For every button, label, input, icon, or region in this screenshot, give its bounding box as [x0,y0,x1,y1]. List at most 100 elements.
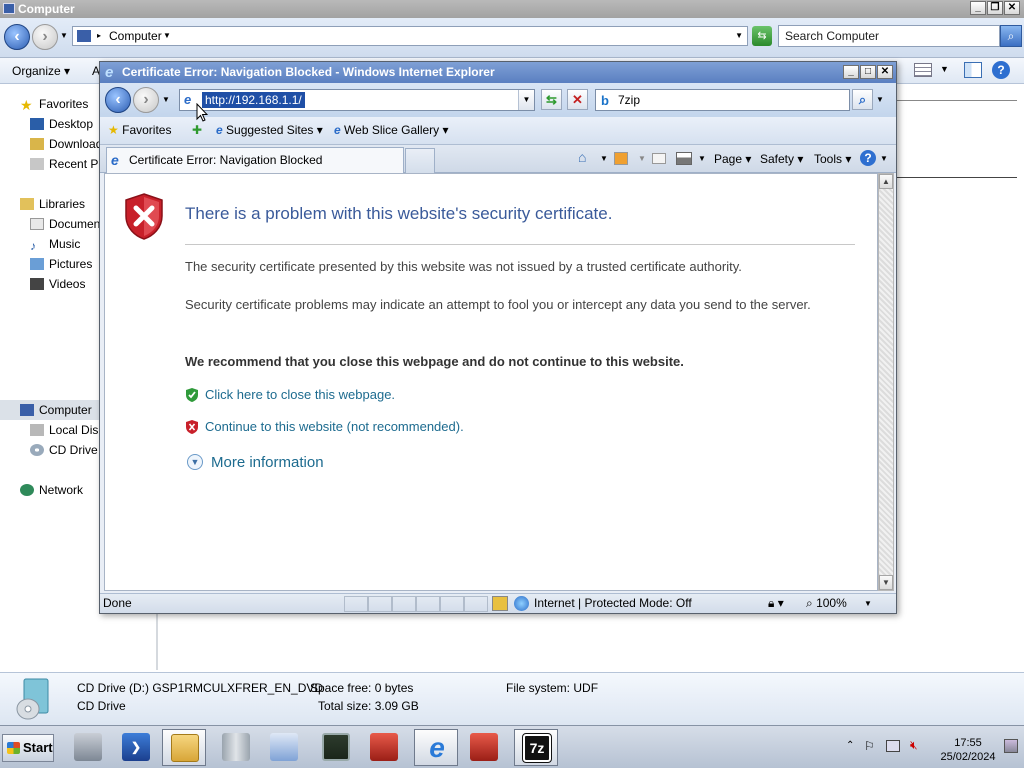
preview-pane-icon[interactable] [964,62,982,78]
popup-blocker-icon[interactable] [492,596,508,611]
safety-menu[interactable]: Safety ▾ [760,152,803,166]
toolbox-icon [370,733,398,761]
restore-button[interactable]: ❐ [987,1,1003,15]
clock[interactable]: 17:55 25/02/2024 [938,736,998,764]
maximize-button[interactable]: □ [860,65,876,79]
explorer-title-bar: Computer _ ❐ ✕ [0,0,1024,18]
taskbar-powershell[interactable]: ❯ [114,729,158,766]
close-button[interactable]: ✕ [877,65,893,79]
explorer-address-bar[interactable]: ▸ Computer ▼ ▼ [72,26,748,46]
search-icon[interactable]: ⌕ [1000,25,1022,47]
back-button[interactable]: ‹ [105,87,131,113]
taskbar-internet-explorer[interactable]: e [414,729,458,766]
view-options-icon[interactable] [914,63,932,77]
suggested-sites-link[interactable]: e Suggested Sites ▾ [216,123,323,137]
forward-button[interactable]: › [133,87,159,113]
tab-certificate-error[interactable]: e Certificate Error: Navigation Blocked [106,147,404,173]
security-zone[interactable]: Internet | Protected Mode: Off [534,594,692,613]
star-icon: ★ [108,123,119,137]
back-button[interactable]: ‹ [4,24,30,50]
ie-page-icon: e [111,152,119,168]
ie-address-bar[interactable]: e http://192.168.1.1/ ▼ [179,89,535,111]
recent-pages-dropdown[interactable]: ▼ [60,31,68,40]
forward-button[interactable]: › [32,24,58,50]
nav-local-disk[interactable]: Local Disk [30,421,104,439]
show-hidden-icons[interactable]: ⌃ [846,740,854,751]
explorer-search-input[interactable]: Search Computer [778,25,1000,47]
zoom-level[interactable]: ⌕ 100% [806,594,847,613]
zoom-icon: ⌕ [806,596,813,610]
taskbar-server-manager[interactable] [66,729,110,766]
print-icon[interactable] [676,152,692,165]
action-center-flag-icon[interactable]: ⚐ [864,739,875,753]
chevron-down-icon[interactable]: ▼ [163,27,171,45]
ie-search-input[interactable]: b 7zip [595,89,850,111]
taskbar-task-manager[interactable] [314,729,358,766]
taskbar-toolbox[interactable] [362,729,406,766]
recent-pages-dropdown[interactable]: ▼ [162,95,170,104]
taskbar-explorer[interactable] [162,729,206,766]
address-dropdown[interactable]: ▼ [518,90,534,110]
nav-computer[interactable]: Computer [20,401,92,419]
zoom-dropdown[interactable]: ▼ [864,594,872,613]
nav-libraries[interactable]: Libraries [20,195,85,213]
nav-downloads[interactable]: Download [30,135,102,153]
organize-menu[interactable]: Organize ▾ [12,64,70,78]
chevron-down-icon[interactable]: ▼ [880,154,888,163]
taskbar-7zip[interactable]: 7z [514,729,558,766]
nav-documents[interactable]: Document [30,215,104,233]
nav-recent-places[interactable]: Recent Pl [30,155,101,173]
add-favorites-icon[interactable]: ✚ [192,123,202,137]
minimize-button[interactable]: _ [970,1,986,15]
rss-feed-icon[interactable] [614,152,628,165]
nav-desktop[interactable]: Desktop [30,115,93,133]
network-tray-icon[interactable] [886,740,900,752]
refresh-button[interactable]: ⇆ [541,89,562,110]
chevron-down-icon[interactable]: ▼ [698,154,706,163]
nav-network[interactable]: Network [20,481,83,499]
vertical-scrollbar[interactable]: ▲ ▼ [878,173,894,591]
address-dropdown[interactable]: ▼ [735,27,743,45]
new-tab-button[interactable] [405,148,435,173]
chevron-down-icon[interactable]: ▼ [940,64,949,74]
close-webpage-link[interactable]: Click here to close this webpage. [205,387,395,402]
nav-cd-drive[interactable]: CD Drive ( [30,441,105,459]
scroll-up-button[interactable]: ▲ [879,174,893,189]
breadcrumb[interactable]: Computer [109,27,162,45]
chevron-down-icon[interactable]: ▸ [97,27,101,45]
show-desktop-icon[interactable] [1004,739,1018,753]
taskbar-tools[interactable] [214,729,258,766]
help-icon[interactable]: ? [992,61,1010,79]
web-slice-gallery-link[interactable]: e Web Slice Gallery ▾ [334,123,449,137]
url-text[interactable]: http://192.168.1.1/ [202,92,305,108]
close-button[interactable]: ✕ [1004,1,1020,15]
windows-flag-icon [7,742,20,754]
search-options-dropdown[interactable]: ▼ [876,95,884,104]
tools-menu[interactable]: Tools ▾ [814,152,851,166]
read-mail-icon[interactable] [652,153,666,164]
taskbar-control-panel[interactable] [262,729,306,766]
page-menu[interactable]: Page ▾ [714,152,751,166]
more-information-toggle[interactable]: ▼ More information [187,454,324,471]
protected-mode-icon[interactable]: 🔒︎ ▾ [768,594,784,613]
search-icon[interactable]: ⌕ [852,89,873,110]
scroll-down-button[interactable]: ▼ [879,575,893,590]
home-icon[interactable]: ⌂ [578,149,586,165]
help-icon[interactable]: ? [860,150,876,166]
nav-favorites[interactable]: ★ Favorites [20,95,88,113]
star-icon: ★ [20,97,33,113]
nav-pictures[interactable]: Pictures [30,255,92,273]
explorer-nav-bar: ‹ › ▼ ▸ Computer ▼ ▼ ⇆ Search Computer ⌕ [0,18,1024,58]
refresh-button[interactable]: ⇆ [752,26,772,46]
ie-window-controls: _ □ ✕ [843,65,893,79]
nav-videos[interactable]: Videos [30,275,85,293]
favorites-button[interactable]: ★ Favorites [108,123,171,137]
continue-website-link[interactable]: Continue to this website (not recommende… [205,419,464,434]
minimize-button[interactable]: _ [843,65,859,79]
chevron-down-icon[interactable]: ▼ [600,154,608,163]
volume-muted-icon[interactable]: 🔇︎ [910,738,918,753]
start-button[interactable]: Start [2,734,54,762]
nav-music[interactable]: ♪ Music [30,235,80,253]
taskbar-toolbox-2[interactable] [462,729,506,766]
stop-button[interactable]: ✕ [567,89,588,110]
